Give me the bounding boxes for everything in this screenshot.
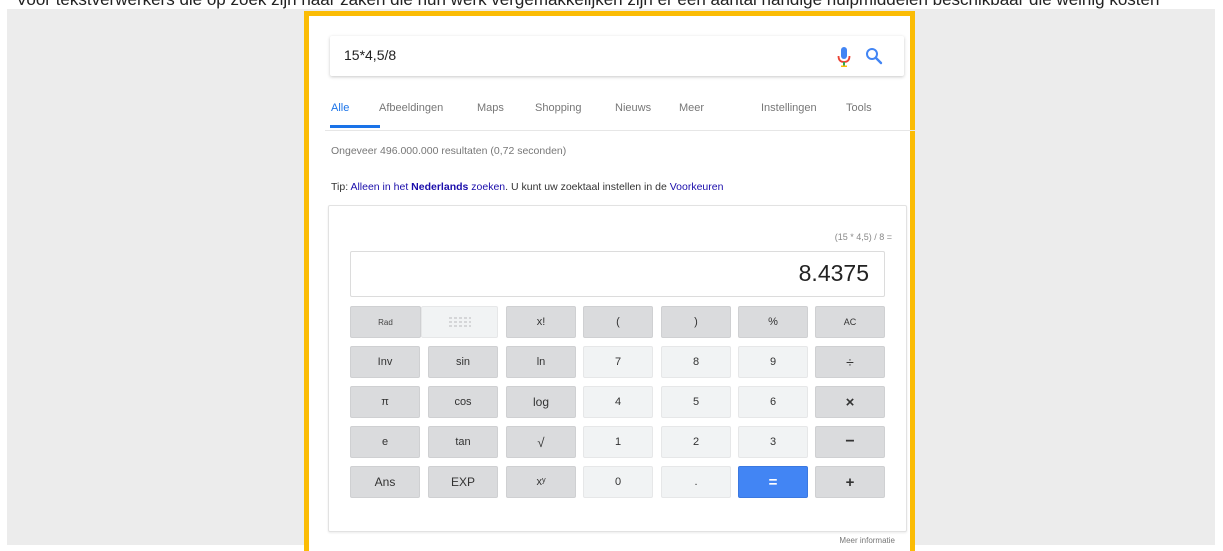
cos-button[interactable]: cos: [428, 386, 498, 418]
plus-button[interactable]: +: [815, 466, 885, 498]
search-box[interactable]: 15*4,5/8: [330, 36, 904, 76]
multiply-button[interactable]: ×: [815, 386, 885, 418]
keypad-grid-icon: [448, 317, 471, 327]
search-tabs: Alle Afbeeldingen Maps Shopping Nieuws M…: [325, 100, 915, 130]
tab-images[interactable]: Afbeeldingen: [379, 100, 443, 130]
minus-button[interactable]: −: [815, 426, 885, 458]
highlight-frame: 15*4,5/8 Alle Afbeeldingen Maps Shopping…: [304, 11, 915, 551]
inverse-button[interactable]: Inv: [350, 346, 420, 378]
pi-button[interactable]: π: [350, 386, 420, 418]
factorial-button[interactable]: x!: [506, 306, 576, 338]
calculator-display: 8.4375: [350, 251, 885, 297]
tabs-divider: [325, 130, 915, 131]
decimal-button[interactable]: .: [661, 466, 731, 498]
tip-prefix: Tip:: [331, 181, 351, 193]
digit-7-button[interactable]: 7: [583, 346, 653, 378]
tab-news[interactable]: Nieuws: [615, 100, 651, 130]
tab-settings[interactable]: Instellingen: [761, 100, 817, 130]
calculator-result: 8.4375: [798, 260, 869, 286]
sqrt-button[interactable]: √: [506, 426, 576, 458]
tip-link-only[interactable]: Alleen in het: [350, 181, 411, 193]
all-clear-button[interactable]: AC: [815, 306, 885, 338]
result-stats: Ongeveer 496.000.000 resultaten (0,72 se…: [331, 145, 567, 157]
search-query[interactable]: 15*4,5/8: [344, 47, 396, 63]
more-info-link[interactable]: Meer informatie: [839, 536, 895, 545]
log-button[interactable]: log: [506, 386, 576, 418]
tip-middle-text: . U kunt uw zoektaal instellen in de: [505, 181, 670, 193]
search-icon[interactable]: [865, 47, 883, 65]
tab-shopping[interactable]: Shopping: [535, 100, 582, 130]
digit-6-button[interactable]: 6: [738, 386, 808, 418]
digit-8-button[interactable]: 8: [661, 346, 731, 378]
calculator-card: (15 * 4,5) / 8 = 8.4375 Rad x! ( ) % AC …: [328, 205, 907, 532]
digit-3-button[interactable]: 3: [738, 426, 808, 458]
e-button[interactable]: e: [350, 426, 420, 458]
digit-5-button[interactable]: 5: [661, 386, 731, 418]
divide-button[interactable]: ÷: [815, 346, 885, 378]
close-paren-button[interactable]: ): [661, 306, 731, 338]
tab-tools[interactable]: Tools: [846, 100, 872, 130]
deg-button[interactable]: [421, 306, 498, 338]
open-paren-button[interactable]: (: [583, 306, 653, 338]
tip-link-language[interactable]: Nederlands: [411, 181, 468, 193]
digit-2-button[interactable]: 2: [661, 426, 731, 458]
calculator-expression: (15 * 4,5) / 8 =: [834, 232, 892, 242]
tab-maps[interactable]: Maps: [477, 100, 504, 130]
language-tip: Tip: Alleen in het Nederlands zoeken. U …: [331, 181, 723, 193]
tan-button[interactable]: tan: [428, 426, 498, 458]
ans-button[interactable]: Ans: [350, 466, 420, 498]
rad-button[interactable]: Rad: [350, 306, 421, 338]
exp-button[interactable]: EXP: [428, 466, 498, 498]
power-button[interactable]: xʸ: [506, 466, 576, 498]
digit-9-button[interactable]: 9: [738, 346, 808, 378]
tip-link-search[interactable]: zoeken: [468, 181, 505, 193]
top-caption: Voor tekstverwerkers die op zoek zijn na…: [0, 0, 1223, 9]
digit-0-button[interactable]: 0: [583, 466, 653, 498]
tip-link-preferences[interactable]: Voorkeuren: [670, 181, 724, 193]
ln-button[interactable]: ln: [506, 346, 576, 378]
mic-icon[interactable]: [837, 47, 851, 67]
digit-4-button[interactable]: 4: [583, 386, 653, 418]
active-tab-indicator: [330, 125, 380, 128]
percent-button[interactable]: %: [738, 306, 808, 338]
digit-1-button[interactable]: 1: [583, 426, 653, 458]
equals-button[interactable]: =: [738, 466, 808, 498]
sin-button[interactable]: sin: [428, 346, 498, 378]
tab-more[interactable]: Meer: [679, 100, 704, 130]
